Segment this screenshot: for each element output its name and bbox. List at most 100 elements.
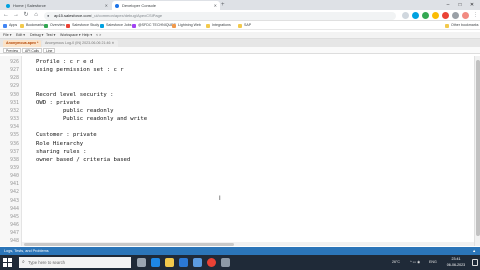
api-calls-button[interactable]: API Calls <box>22 48 42 53</box>
line-number: 947 <box>9 230 19 237</box>
line-number: 931 <box>9 99 19 106</box>
line-number: 941 <box>9 181 19 188</box>
menu-test[interactable]: Test ▾ <box>46 32 55 39</box>
notification-icon[interactable] <box>472 259 478 266</box>
browser-tab-home[interactable]: Home | Salesforce ✕ <box>3 1 111 10</box>
avatar[interactable] <box>462 12 469 19</box>
mail-icon[interactable] <box>193 258 202 267</box>
line-number: 930 <box>9 91 19 98</box>
page-icon <box>44 23 48 28</box>
bookmark-lightning-web[interactable]: Lightning Web <box>172 21 201 30</box>
bookmark-sfdc-techniques[interactable]: @SFDC TECHNIQUES <box>132 21 176 30</box>
edge-icon[interactable] <box>151 258 160 267</box>
menu-debug[interactable]: Debug ▾ <box>30 32 43 39</box>
clock-date: 06-06-2023 <box>446 262 466 267</box>
store-icon[interactable] <box>179 258 188 267</box>
horizontal-scrollbar[interactable] <box>22 242 474 246</box>
extension-icon[interactable] <box>422 12 429 19</box>
menu-workspace[interactable]: Workspace ▾ <box>60 32 81 39</box>
line-number: 943 <box>9 197 19 204</box>
bookmark-other[interactable]: Other bookmarks <box>445 21 479 30</box>
code-line: using permission set : c r <box>36 67 124 74</box>
puzzle-icon[interactable] <box>452 12 459 19</box>
browser-tab-developer-console[interactable]: Developer Console ✕ <box>112 1 220 10</box>
bookmark-apps[interactable]: Apps <box>3 21 17 30</box>
language-indicator[interactable]: ENG <box>429 255 437 270</box>
minimize-button[interactable]: – <box>442 0 454 10</box>
bookmark-overview[interactable]: Overview <box>44 21 65 30</box>
new-tab-button[interactable]: + <box>221 1 225 9</box>
vertical-scrollbar[interactable] <box>474 56 480 246</box>
system-clock[interactable]: 23:41 06-06-2023 <box>441 257 471 268</box>
bookmark-label: Overview <box>50 23 65 27</box>
browser-tab-label: Developer Console <box>122 3 157 8</box>
code-line: Profile : c r e d <box>36 59 94 65</box>
tab-anonymous-apex[interactable]: Anonymous.apex * <box>3 40 42 47</box>
chrome-icon[interactable] <box>207 258 216 267</box>
scroll-thumb[interactable] <box>476 60 480 236</box>
bookmark-label: Integrations <box>212 23 231 27</box>
page-icon <box>132 23 136 28</box>
url-field[interactable]: ● ap15.salesforce.com/_ui/common/apex/de… <box>44 11 396 20</box>
weather-text[interactable]: 26°C <box>392 255 400 270</box>
close-icon[interactable]: ✕ <box>105 1 108 10</box>
more-menu-icon[interactable]: ⋮ <box>472 12 479 19</box>
line-number: 948 <box>9 238 19 245</box>
home-button[interactable]: ⌂ <box>32 11 40 20</box>
menu-file[interactable]: File ▾ <box>3 32 12 39</box>
code-line: Record level security : <box>36 91 114 98</box>
tray-icons[interactable]: ^ ▭ ◉ <box>410 255 420 270</box>
bookmark-salesforce-jobs[interactable]: Salesforce Jobs <box>100 21 132 30</box>
settings-icon[interactable] <box>221 258 230 267</box>
task-view-icon[interactable] <box>137 258 146 267</box>
expand-icon[interactable]: ▲ <box>472 247 476 255</box>
line-number: 945 <box>9 213 19 220</box>
apps-icon <box>3 23 7 28</box>
bookmark-sap[interactable]: SAP <box>238 21 251 30</box>
browser-tab-strip: Home | Salesforce ✕ Developer Console ✕ … <box>0 0 480 10</box>
menu-help[interactable]: Help ▾ <box>82 32 92 39</box>
scroll-thumb[interactable] <box>24 242 234 246</box>
page-icon <box>66 23 70 28</box>
bookmark-integrations[interactable]: Integrations <box>206 21 231 30</box>
reload-button[interactable]: ↻ <box>22 11 30 20</box>
code-line: Role Hierarchy <box>36 140 84 147</box>
bookmark-salesforce-study[interactable]: Salesforce Study <box>66 21 99 30</box>
preview-button[interactable]: Preview <box>3 48 22 53</box>
close-window-button[interactable]: ✕ <box>466 0 478 10</box>
maximize-button[interactable]: □ <box>454 0 466 10</box>
menu-nav-arrows[interactable]: < > <box>96 32 101 39</box>
search-placeholder: Type here to search <box>28 260 66 265</box>
line-number: 927 <box>9 67 19 74</box>
taskbar-search-input[interactable]: ⌕ Type here to search <box>19 257 131 268</box>
forward-button[interactable]: → <box>12 11 20 20</box>
line-number: 928 <box>9 75 19 82</box>
menu-edit[interactable]: Edit ▾ <box>16 32 25 39</box>
tab-anonymous-log[interactable]: Anonymous Log-0 (IN) 2023-06-06 21:46 ✕ <box>42 40 118 47</box>
code-editor[interactable]: 926 927 928 929 930 931 932 933 934 935 936 937 938 9… <box>0 56 474 246</box>
extension-icon[interactable] <box>442 12 449 19</box>
bookmark-bookmarks[interactable]: Bookmarks <box>20 21 44 30</box>
windows-start-icon[interactable] <box>3 258 12 267</box>
address-bar-row: ← → ↻ ⌂ ● ap15.salesforce.com/_ui/common… <box>0 10 480 21</box>
line-number: 936 <box>9 140 19 147</box>
line-number: 940 <box>9 173 19 180</box>
line-button[interactable]: Line <box>43 48 56 53</box>
logs-tests-problems-bar[interactable]: Logs, Tests, and Problems ▲ <box>0 247 480 255</box>
folder-icon <box>20 23 24 28</box>
line-number: 938 <box>9 156 19 163</box>
file-explorer-icon[interactable] <box>165 258 174 267</box>
close-icon[interactable]: ✕ <box>214 1 217 10</box>
extension-icon[interactable] <box>412 12 419 19</box>
file-tabs: Anonymous.apex * Anonymous Log-0 (IN) 20… <box>0 39 480 47</box>
code-line: sharing rules : <box>36 148 87 155</box>
extension-icon[interactable] <box>432 12 439 19</box>
bookmark-label: Other bookmarks <box>451 23 479 27</box>
line-number: 933 <box>9 116 19 123</box>
back-button[interactable]: ← <box>2 11 10 20</box>
bookmark-label: @SFDC TECHNIQUES <box>138 23 176 27</box>
url-host: ap15.salesforce.com <box>54 12 91 18</box>
line-number: 937 <box>9 148 19 155</box>
folder-icon <box>238 23 242 28</box>
bookmark-star-icon[interactable] <box>402 12 409 19</box>
